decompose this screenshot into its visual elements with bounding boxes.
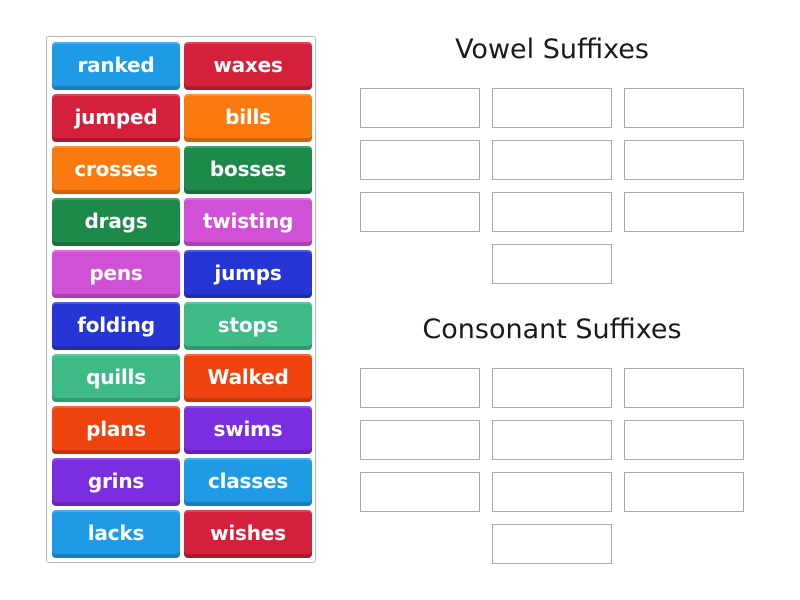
word-tile-pens[interactable]: pens	[52, 250, 180, 298]
word-tile-label: folding	[77, 312, 155, 337]
word-tile-label: pens	[89, 260, 143, 285]
word-tile-label: classes	[207, 468, 289, 493]
word-tile-plans[interactable]: plans	[52, 406, 180, 454]
word-tile-jumped[interactable]: jumped	[52, 94, 180, 142]
drop-slot[interactable]	[492, 472, 612, 512]
word-tile-classes[interactable]: classes	[184, 458, 312, 506]
word-tile-label: stops	[217, 312, 279, 337]
word-tile-label: jumped	[74, 104, 158, 129]
word-tile-folding[interactable]: folding	[52, 302, 180, 350]
word-tile-label: waxes	[213, 52, 283, 77]
word-tile-label: wishes	[210, 520, 286, 545]
word-tile-grins[interactable]: grins	[52, 458, 180, 506]
word-tile-label: lacks	[87, 520, 145, 545]
word-tile-swims[interactable]: swims	[184, 406, 312, 454]
word-tile-label: ranked	[77, 52, 155, 77]
word-tile-lacks[interactable]: lacks	[52, 510, 180, 558]
word-tile-label: twisting	[202, 208, 294, 233]
drop-slot[interactable]	[624, 368, 744, 408]
drop-slot[interactable]	[360, 140, 480, 180]
drop-slot[interactable]	[492, 524, 612, 564]
drop-slot[interactable]	[624, 192, 744, 232]
word-tile-walked[interactable]: Walked	[184, 354, 312, 402]
word-tile-label: quills	[86, 364, 146, 389]
word-tile-bosses[interactable]: bosses	[184, 146, 312, 194]
word-tile-label: bosses	[209, 156, 287, 181]
drop-slot[interactable]	[492, 244, 612, 284]
word-tile-crosses[interactable]: crosses	[52, 146, 180, 194]
word-tile-label: plans	[86, 416, 146, 441]
word-tile-label: grins	[87, 468, 145, 493]
group-title-vowel-suffixes: Vowel Suffixes	[455, 34, 649, 65]
drop-slot[interactable]	[360, 472, 480, 512]
drop-slot[interactable]	[492, 192, 612, 232]
drop-slot[interactable]	[360, 192, 480, 232]
drop-slot[interactable]	[624, 88, 744, 128]
word-tile-wishes[interactable]: wishes	[184, 510, 312, 558]
word-tile-label: drags	[84, 208, 148, 233]
drop-slot[interactable]	[360, 88, 480, 128]
word-tile-twisting[interactable]: twisting	[184, 198, 312, 246]
word-tile-label: Walked	[207, 364, 289, 389]
word-tile-drags[interactable]: drags	[52, 198, 180, 246]
word-tile-label: jumps	[214, 260, 282, 285]
group-title-consonant-suffixes: Consonant Suffixes	[422, 314, 682, 345]
word-tile-label: bills	[225, 104, 271, 129]
word-tile-jumps[interactable]: jumps	[184, 250, 312, 298]
drop-slot[interactable]	[624, 472, 744, 512]
drop-slot[interactable]	[360, 420, 480, 460]
drop-slot[interactable]	[624, 420, 744, 460]
word-tile-quills[interactable]: quills	[52, 354, 180, 402]
drop-slot[interactable]	[360, 368, 480, 408]
drop-slot[interactable]	[492, 88, 612, 128]
word-tile-ranked[interactable]: ranked	[52, 42, 180, 90]
drop-slot[interactable]	[492, 420, 612, 460]
drop-slot[interactable]	[492, 140, 612, 180]
word-tile-stops[interactable]: stops	[184, 302, 312, 350]
word-tile-label: swims	[213, 416, 283, 441]
word-tile-label: crosses	[74, 156, 158, 181]
drop-slot[interactable]	[624, 140, 744, 180]
word-tile-waxes[interactable]: waxes	[184, 42, 312, 90]
drop-slot[interactable]	[492, 368, 612, 408]
word-tile-bills[interactable]: bills	[184, 94, 312, 142]
